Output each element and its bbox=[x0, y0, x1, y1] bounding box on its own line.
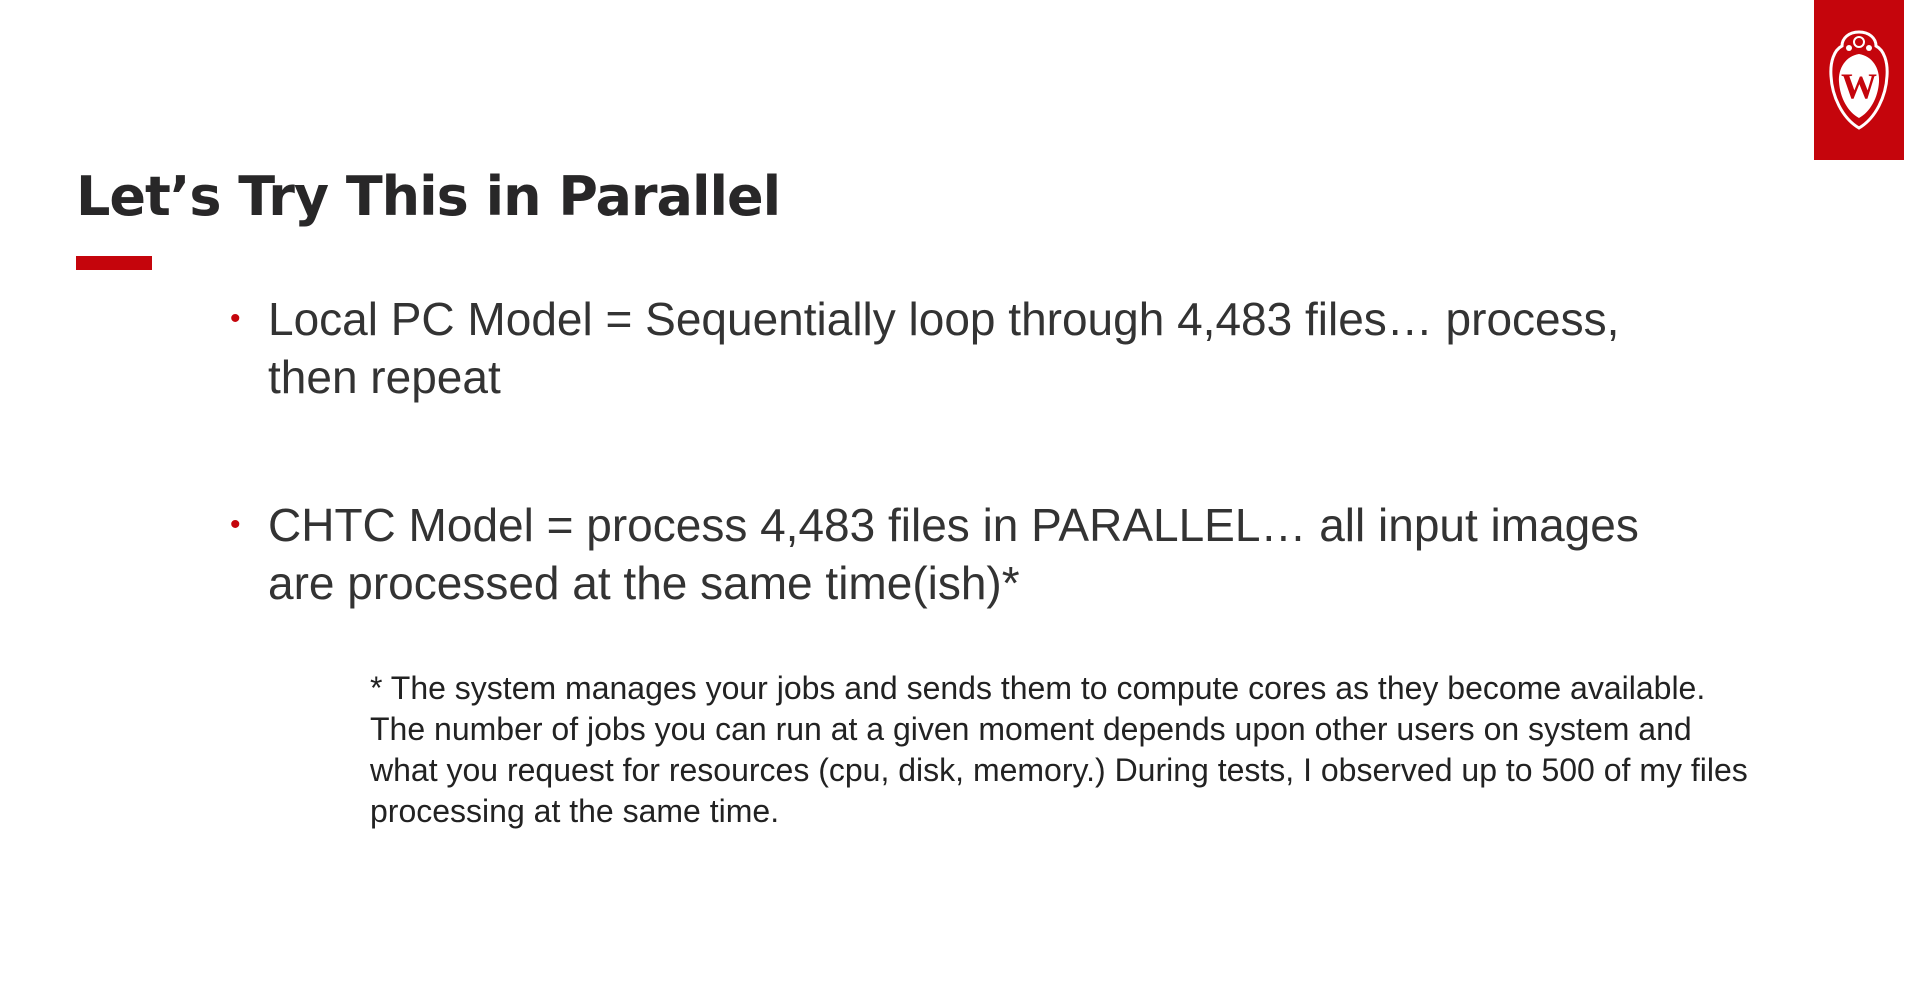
slide-title: Let’s Try This in Parallel bbox=[76, 165, 781, 228]
bullet-list: • Local PC Model = Sequentially loop thr… bbox=[230, 290, 1710, 612]
university-logo: W bbox=[1814, 0, 1904, 160]
logo-letter: W bbox=[1841, 66, 1877, 106]
bullet-icon: • bbox=[230, 302, 241, 335]
bullet-icon: • bbox=[230, 508, 241, 541]
bullet-chtc-model: • CHTC Model = process 4,483 files in PA… bbox=[230, 496, 1710, 612]
bullet-local-pc-model: • Local PC Model = Sequentially loop thr… bbox=[230, 290, 1710, 406]
title-underline bbox=[76, 256, 152, 270]
uw-crest-icon: W bbox=[1829, 30, 1889, 130]
slide: W Let’s Try This in Parallel • Local PC … bbox=[0, 0, 1918, 998]
bullet-text: Local PC Model = Sequentially loop throu… bbox=[268, 293, 1620, 403]
footnote: * The system manages your jobs and sends… bbox=[370, 670, 1748, 829]
bullet-text: CHTC Model = process 4,483 files in PARA… bbox=[268, 499, 1639, 609]
